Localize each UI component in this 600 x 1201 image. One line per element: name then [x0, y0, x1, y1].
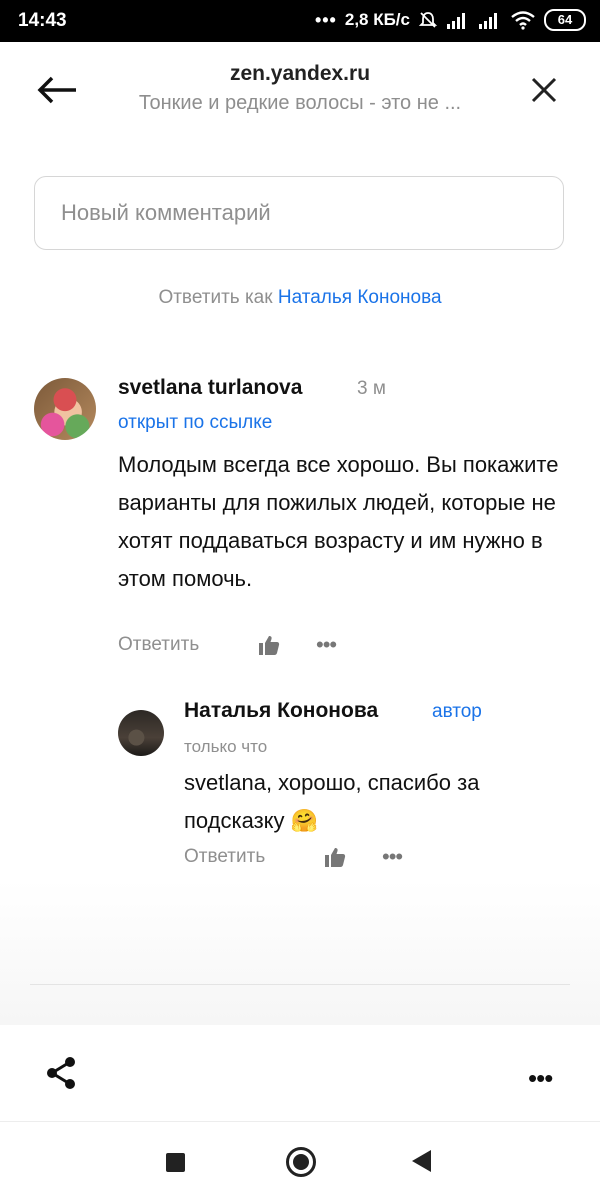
- nav-back-icon[interactable]: [412, 1150, 431, 1172]
- comment-actions: Ответить •••: [118, 634, 358, 660]
- mute-icon: [418, 12, 438, 28]
- reply-as-user-link[interactable]: Наталья Кононова: [278, 287, 442, 308]
- comment-text: Молодым всегда все хорошо. Вы покажите в…: [118, 452, 559, 591]
- author-badge: автор: [432, 701, 482, 722]
- thumbs-up-icon[interactable]: [324, 846, 346, 868]
- bottom-toolbar: •••: [0, 1025, 600, 1121]
- signal-icon: [479, 13, 497, 29]
- new-comment-input[interactable]: [34, 176, 564, 250]
- thumbs-up-icon[interactable]: [258, 634, 280, 656]
- more-menu-button[interactable]: •••: [528, 1063, 553, 1094]
- wifi-icon: [511, 11, 535, 30]
- reply-button[interactable]: Ответить: [118, 634, 199, 656]
- home-icon[interactable]: [286, 1147, 316, 1177]
- page-subtitle: Тонкие и редкие волосы - это не ...: [138, 92, 462, 114]
- comment-actions: Ответить •••: [184, 846, 424, 872]
- avatar[interactable]: [118, 710, 164, 756]
- comment-author[interactable]: svetlana turlanova: [118, 376, 302, 400]
- reply-as-line: Ответить как Наталья Кононова: [0, 287, 600, 309]
- status-indicators: ••• 2,8 КБ/с 64: [315, 9, 586, 31]
- system-nav-bar: [0, 1121, 600, 1201]
- recent-apps-icon[interactable]: [166, 1153, 185, 1172]
- more-options-button[interactable]: •••: [316, 634, 337, 656]
- avatar[interactable]: [34, 378, 96, 440]
- scroll-fade: [0, 880, 600, 1025]
- top-bar: zen.yandex.ru Тонкие и редкие волосы - э…: [0, 42, 600, 142]
- site-title: zen.yandex.ru: [229, 62, 371, 85]
- status-bar: 14:43 ••• 2,8 КБ/с 64: [0, 0, 600, 42]
- comment-time: 3 м: [357, 378, 386, 399]
- close-icon[interactable]: [526, 72, 562, 108]
- comment-time: только что: [184, 737, 268, 756]
- more-options-button[interactable]: •••: [382, 846, 403, 868]
- comment-author[interactable]: Наталья Кононова: [184, 699, 378, 723]
- reply-as-prefix: Ответить как: [158, 287, 273, 308]
- status-dots: •••: [314, 9, 337, 30]
- signal-icon: [447, 13, 465, 29]
- comment-source-link[interactable]: открыт по ссылке: [118, 412, 272, 434]
- status-time: 14:43: [18, 10, 67, 31]
- share-icon[interactable]: [44, 1055, 78, 1091]
- divider: [30, 984, 570, 985]
- reply-button[interactable]: Ответить: [184, 846, 265, 868]
- comment-text: svetlana, хорошо, спасибо за подсказку 🤗: [184, 770, 480, 833]
- network-speed: 2,8 КБ/с: [344, 10, 410, 29]
- battery-icon: 64: [544, 9, 586, 31]
